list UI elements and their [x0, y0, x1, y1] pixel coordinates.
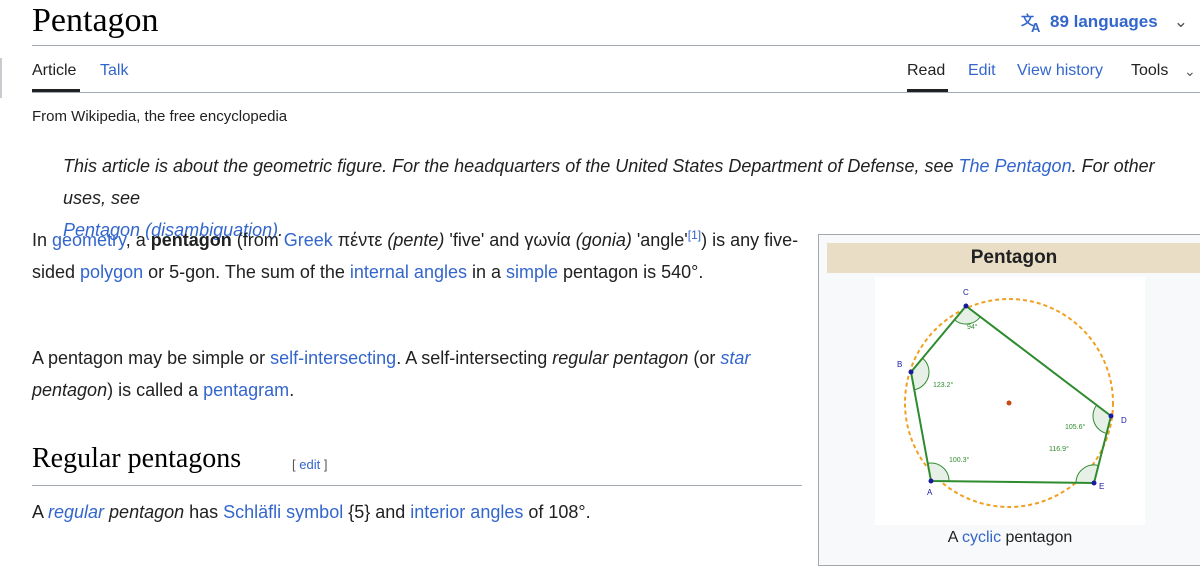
section-heading: Regular pentagons [32, 443, 242, 474]
sidebar-edge [0, 58, 2, 98]
cyclic-pentagon-diagram[interactable]: A B C D E 94° 123.2° 105.6° 116.9° 100.3° [875, 277, 1145, 525]
text: {5} and [343, 502, 411, 522]
vertex-point [1091, 480, 1097, 486]
tab-article[interactable]: Article [32, 62, 76, 80]
infobox-title: Pentagon [827, 243, 1200, 273]
infobox: Pentagon A B C D E 94° 123.2° 105.6° 116.9° 100.… [818, 234, 1200, 566]
angle-label: 100.3° [949, 456, 970, 464]
italic-term: (pente) [387, 230, 445, 250]
page-title: Pentagon [32, 2, 159, 39]
text: (from [231, 230, 284, 250]
languages-button[interactable]: 文 A 89 languages ⌄ [1020, 11, 1188, 33]
text: has [184, 502, 224, 522]
text: of 108°. [523, 502, 591, 522]
tab-view-history[interactable]: View history [1017, 62, 1103, 80]
svg-text:A: A [1031, 20, 1041, 33]
angle-label: 105.6° [1065, 423, 1086, 431]
link-pentagram[interactable]: pentagram [203, 380, 289, 400]
text: πέντε [332, 230, 388, 250]
tagline: From Wikipedia, the free encyclopedia [32, 108, 288, 125]
italic-term: pentagon [104, 502, 185, 522]
text: (or [688, 348, 721, 368]
link-cyclic[interactable]: cyclic [962, 529, 1001, 546]
link-the-pentagon[interactable]: The Pentagon [958, 156, 1071, 176]
text: . [289, 380, 295, 400]
text: ) is called a [107, 380, 204, 400]
tabs-divider [32, 92, 1200, 93]
paragraph-regular: A regular pentagon has Schläfli symbol {… [32, 496, 802, 528]
intro-paragraph: In geometry, a pentagon (from Greek πέντ… [32, 224, 802, 288]
vertex-point [908, 369, 914, 375]
section-divider [32, 485, 802, 486]
reference-link[interactable]: [1] [688, 228, 701, 242]
text: 'angle' [631, 230, 688, 250]
tab-tools[interactable]: Tools [1131, 62, 1168, 80]
text: In [32, 230, 53, 250]
text: A [32, 502, 49, 522]
vertex-point [963, 303, 969, 309]
bracket: ] [320, 457, 328, 472]
title-divider [32, 45, 1200, 46]
link-star[interactable]: star [720, 348, 750, 368]
vertex-label: D [1121, 416, 1127, 425]
section-edit: [ edit ] [292, 457, 327, 472]
italic-term: pentagon [32, 380, 108, 400]
vertex-label: E [1099, 482, 1104, 491]
link-self-intersecting[interactable]: self-intersecting [270, 348, 396, 368]
link-simple[interactable]: simple [506, 262, 558, 282]
text: pentagon is 540°. [558, 262, 704, 282]
chevron-down-icon: ⌄ [1173, 12, 1188, 31]
hatnote-text: This article is about the geometric figu… [63, 156, 959, 176]
section-edit-link[interactable]: edit [299, 457, 320, 472]
vertex-point [1108, 413, 1114, 419]
text: in a [466, 262, 507, 282]
text: . A self-intersecting [396, 348, 553, 368]
text: A [947, 529, 962, 546]
tab-read[interactable]: Read [907, 62, 945, 80]
chevron-down-icon[interactable]: ⌄ [1184, 63, 1196, 80]
pentagon-shape [909, 304, 1113, 485]
pentagon-diagram-svg: A B C D E 94° 123.2° 105.6° 116.9° 100.3° [897, 288, 1127, 508]
angle-label: 123.2° [933, 381, 954, 389]
vertex-label: A [927, 488, 933, 497]
center-point [1006, 400, 1012, 406]
link-geometry[interactable]: geometry [52, 230, 126, 250]
paragraph-self-intersecting: A pentagon may be simple or self-interse… [32, 342, 802, 406]
link-regular[interactable]: regular [48, 502, 104, 522]
languages-label: 89 languages [1050, 12, 1158, 31]
italic-term: (gonia) [575, 230, 632, 250]
text: or 5-gon. The sum of the [143, 262, 350, 282]
tab-edit[interactable]: Edit [968, 62, 996, 80]
text: A pentagon may be simple or [32, 348, 271, 368]
vertex-point [928, 478, 934, 484]
vertex-label: B [897, 360, 902, 369]
link-interior-angles[interactable]: interior angles [410, 502, 523, 522]
tab-talk[interactable]: Talk [100, 62, 128, 80]
translate-icon: 文 A [1021, 13, 1041, 33]
text: pentagon [1001, 529, 1073, 546]
italic-term: regular pentagon [552, 348, 689, 368]
link-schlafli-symbol[interactable]: Schläfli symbol [223, 502, 343, 522]
text: , a [125, 230, 151, 250]
angle-label: 94° [967, 323, 978, 331]
text: 'five' and γωνία [444, 230, 576, 250]
infobox-caption: A cyclic pentagon [819, 529, 1200, 547]
link-polygon[interactable]: polygon [80, 262, 143, 282]
vertex-label: C [963, 288, 969, 297]
link-greek[interactable]: Greek [284, 230, 333, 250]
bold-term: pentagon [150, 230, 232, 250]
angle-label: 116.9° [1049, 445, 1069, 453]
link-internal-angles[interactable]: internal angles [350, 262, 467, 282]
